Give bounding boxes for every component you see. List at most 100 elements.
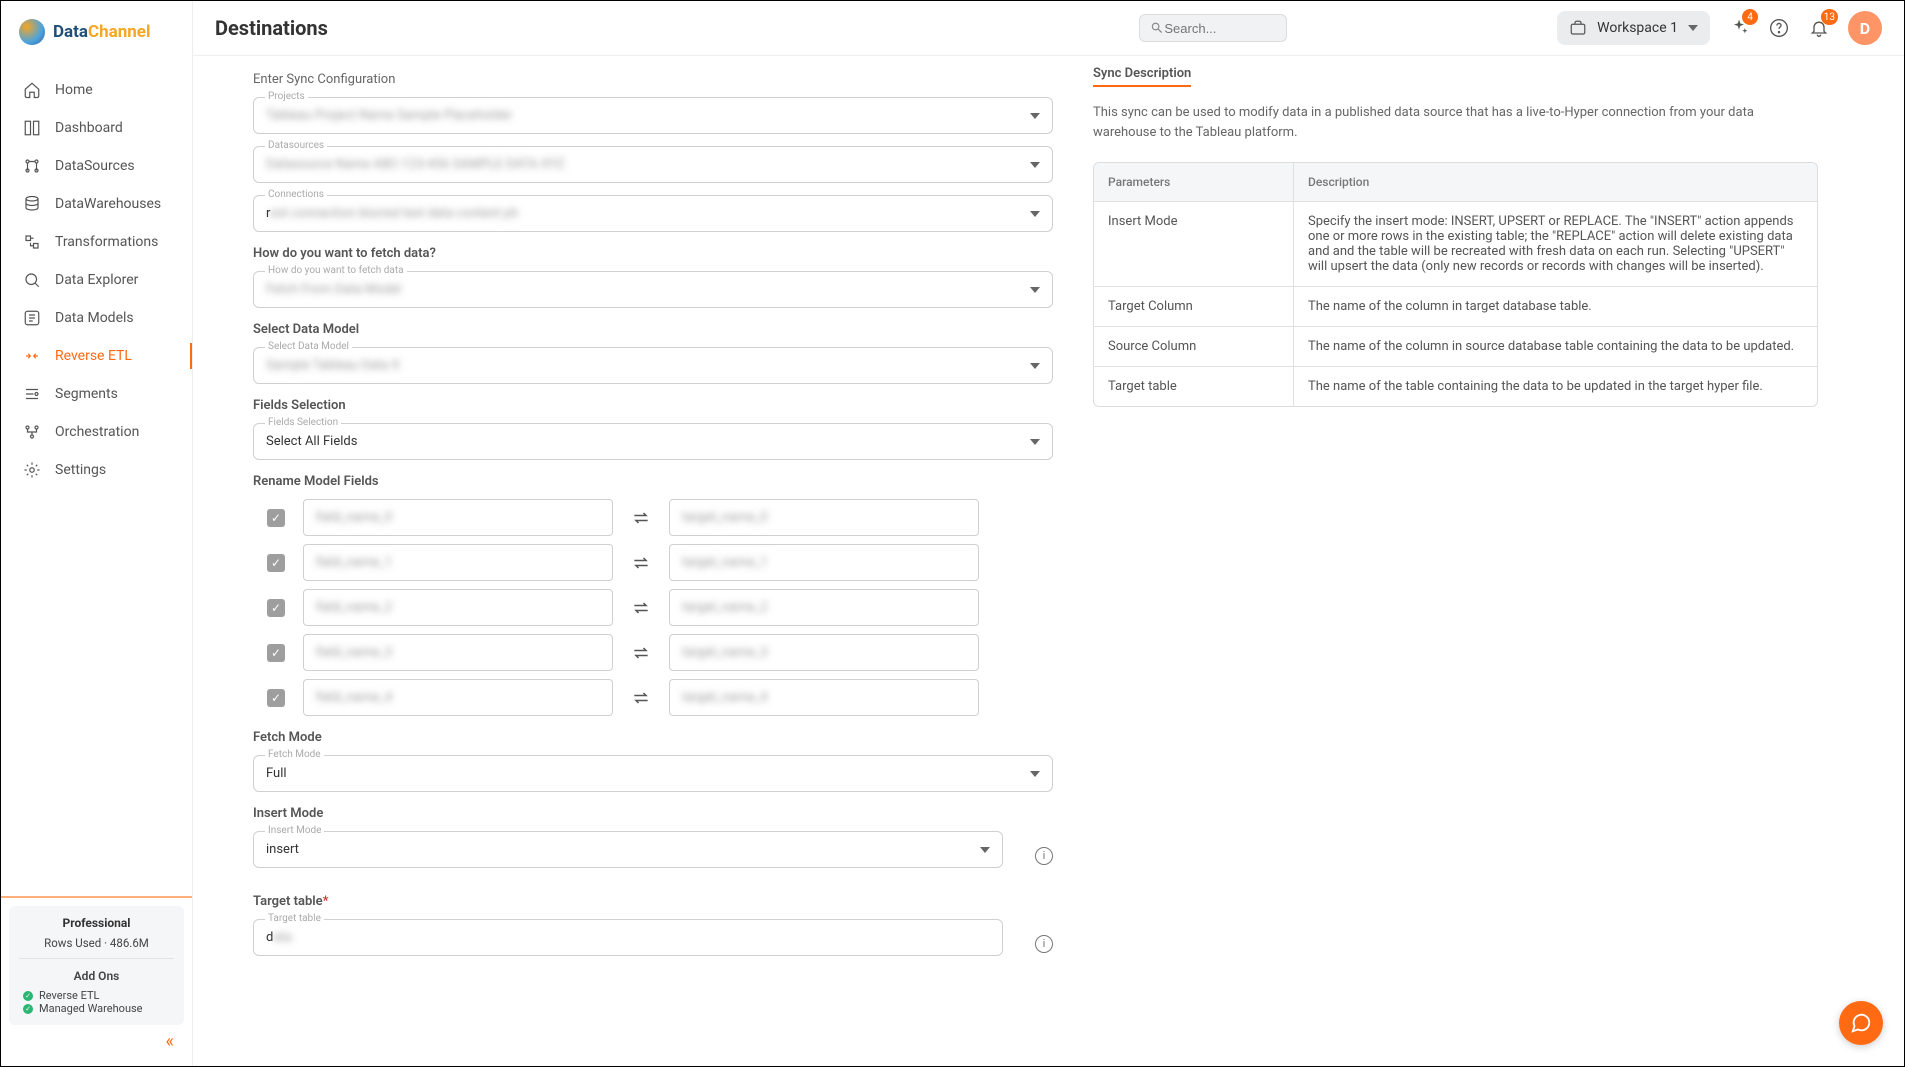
workspace-label: Workspace 1 — [1597, 20, 1678, 36]
target-field-input[interactable]: target_name_0 — [669, 499, 979, 536]
source-field-input[interactable]: field_name_2 — [303, 589, 613, 626]
projects-select[interactable]: Tableau Project Name Sample Placeholder — [253, 97, 1053, 134]
fields-selection-select[interactable]: Select All Fields — [253, 423, 1053, 460]
sidebar-item-data-models[interactable]: Data Models — [1, 299, 192, 337]
check-icon: ✓ — [23, 1004, 33, 1014]
sidebar-item-datawarehouses[interactable]: DataWarehouses — [1, 185, 192, 223]
fetch-mode-value: Full — [266, 766, 1030, 781]
fields-selection-float-label: Fields Selection — [265, 417, 341, 428]
connections-select[interactable]: rest connection blurred text data conten… — [253, 195, 1053, 232]
chevron-down-icon — [1030, 160, 1040, 170]
search-input[interactable] — [1139, 14, 1287, 42]
param-desc: Specify the insert mode: INSERT, UPSERT … — [1294, 202, 1817, 287]
sidebar-item-segments[interactable]: Segments — [1, 375, 192, 413]
help-icon[interactable] — [1768, 17, 1790, 39]
chevron-down-icon — [1030, 285, 1040, 295]
chat-fab[interactable] — [1839, 1001, 1883, 1045]
nav-icon — [23, 119, 41, 137]
insert-mode-value: insert — [266, 842, 980, 857]
param-desc: The name of the table containing the dat… — [1294, 367, 1817, 406]
sidebar-item-data-explorer[interactable]: Data Explorer — [1, 261, 192, 299]
rename-field-row: ✓ field_name_0 target_name_0 — [267, 499, 1053, 536]
info-icon[interactable]: i — [1035, 847, 1053, 865]
nav-icon — [23, 157, 41, 175]
chevron-down-icon — [980, 845, 990, 855]
swap-icon — [631, 598, 651, 618]
sidebar-item-datasources[interactable]: DataSources — [1, 147, 192, 185]
param-desc: The name of the column in target databas… — [1294, 287, 1817, 327]
source-field-input[interactable]: field_name_1 — [303, 544, 613, 581]
rename-field-row: ✓ field_name_4 target_name_4 — [267, 679, 1053, 716]
target-field-input[interactable]: target_name_1 — [669, 544, 979, 581]
checkbox[interactable]: ✓ — [267, 689, 285, 707]
chevron-down-icon — [1688, 23, 1698, 33]
fetch-data-select[interactable]: Fetch From Data Model — [253, 271, 1053, 308]
param-name: Target Column — [1094, 287, 1294, 327]
target-field-input[interactable]: target_name_2 — [669, 589, 979, 626]
sidebar-item-settings[interactable]: Settings — [1, 451, 192, 489]
datasources-select[interactable]: Datasource Name ABC-123-456 SAMPLE DATA … — [253, 146, 1053, 183]
datasources-label: Datasources — [265, 140, 327, 151]
fetch-mode-float-label: Fetch Mode — [265, 749, 324, 760]
chevron-down-icon — [1030, 437, 1040, 447]
select-model-float-label: Select Data Model — [265, 341, 352, 352]
target-table-heading: Target table* — [253, 894, 1053, 909]
nav-icon — [23, 195, 41, 213]
logo[interactable]: DataChannel — [1, 1, 192, 55]
plan-title: Professional — [19, 916, 174, 930]
rename-field-row: ✓ field_name_2 target_name_2 — [267, 589, 1053, 626]
sidebar-item-label: Transformations — [55, 234, 158, 250]
sync-description-column: Sync Description This sync can be used t… — [1093, 66, 1878, 1036]
target-table-input[interactable]: data — [253, 919, 1003, 956]
checkbox[interactable]: ✓ — [267, 599, 285, 617]
nav-icon — [23, 271, 41, 289]
fields-selection-heading: Fields Selection — [253, 398, 1053, 413]
sidebar-item-label: Data Models — [55, 310, 134, 326]
sidebar-item-transformations[interactable]: Transformations — [1, 223, 192, 261]
param-name: Source Column — [1094, 327, 1294, 367]
param-desc: The name of the column in source databas… — [1294, 327, 1817, 367]
nav-icon — [23, 385, 41, 403]
bell-icon[interactable]: 13 — [1808, 17, 1830, 39]
bell-badge: 13 — [1821, 9, 1838, 25]
sidebar-item-label: Home — [55, 82, 93, 98]
addon-managed-warehouse: ✓Managed Warehouse — [19, 1002, 174, 1015]
desc-header: Description — [1294, 163, 1817, 202]
sidebar-item-label: DataSources — [55, 158, 135, 174]
workspace-select[interactable]: Workspace 1 — [1557, 11, 1710, 45]
nav-icon — [23, 347, 41, 365]
logo-text-data: Data — [53, 22, 88, 42]
collapse-sidebar-button[interactable]: « — [9, 1025, 184, 1058]
source-field-input[interactable]: field_name_4 — [303, 679, 613, 716]
fetch-mode-select[interactable]: Full — [253, 755, 1053, 792]
sidebar-item-label: DataWarehouses — [55, 196, 161, 212]
target-table-float-label: Target table — [265, 913, 324, 924]
checkbox[interactable]: ✓ — [267, 554, 285, 572]
search-icon — [1150, 20, 1164, 36]
plan-section: Professional Rows Used · 486.6M Add Ons … — [1, 896, 192, 1066]
topbar: Destinations Workspace 1 4 — [193, 1, 1904, 56]
info-icon[interactable]: i — [1035, 935, 1053, 953]
nav-icon — [23, 81, 41, 99]
target-field-input[interactable]: target_name_3 — [669, 634, 979, 671]
data-model-select[interactable]: Sample Tableau Data X — [253, 347, 1053, 384]
sidebar-item-home[interactable]: Home — [1, 71, 192, 109]
checkbox[interactable]: ✓ — [267, 644, 285, 662]
sidebar-item-orchestration[interactable]: Orchestration — [1, 413, 192, 451]
sidebar-item-reverse-etl[interactable]: Reverse ETL — [1, 337, 192, 375]
sidebar-item-dashboard[interactable]: Dashboard — [1, 109, 192, 147]
chevron-down-icon — [1030, 361, 1040, 371]
source-field-input[interactable]: field_name_3 — [303, 634, 613, 671]
fetch-question: How do you want to fetch data? — [253, 246, 1053, 261]
insert-mode-select[interactable]: insert — [253, 831, 1003, 868]
swap-icon — [631, 643, 651, 663]
form-column: Enter Sync Configuration Projects Tablea… — [253, 66, 1053, 1036]
target-field-input[interactable]: target_name_4 — [669, 679, 979, 716]
sparkle-icon[interactable]: 4 — [1728, 17, 1750, 39]
search-field[interactable] — [1164, 21, 1276, 36]
nav-icon — [23, 423, 41, 441]
checkbox[interactable]: ✓ — [267, 509, 285, 527]
avatar[interactable]: D — [1848, 11, 1882, 45]
plan-box: Professional Rows Used · 486.6M Add Ons … — [9, 906, 184, 1025]
source-field-input[interactable]: field_name_0 — [303, 499, 613, 536]
